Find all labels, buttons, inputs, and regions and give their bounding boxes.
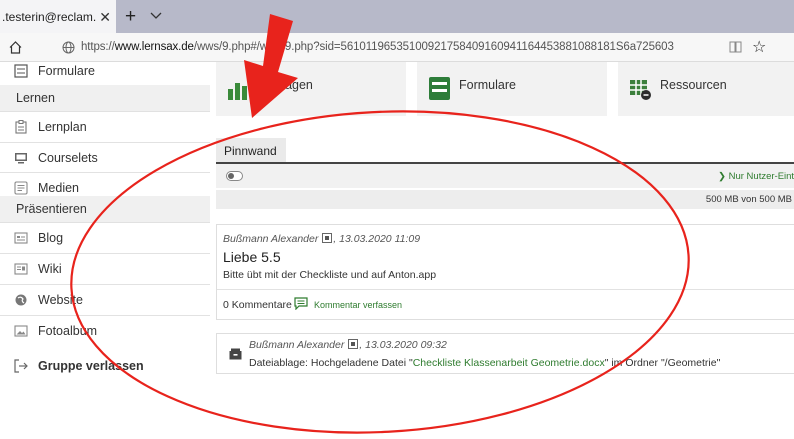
favorite-star-icon[interactable]: ☆ (752, 37, 766, 57)
close-tab-icon[interactable]: ✕ (99, 9, 111, 26)
user-badge-icon (348, 339, 359, 349)
sidebar-item-formulare[interactable]: Formulare (0, 56, 210, 86)
pinnwand-post: Bußmann Alexander , 13.03.2020 11:09 Lie… (216, 224, 794, 320)
sidebar-section-lernen: Lernen (0, 85, 210, 112)
file-upload-entry: Bußmann Alexander , 13.03.2020 09:32 Dat… (216, 333, 794, 374)
browser-tab-bar: .testerin@reclam.l ✕ + (0, 0, 794, 33)
post-title: Liebe 5.5 (223, 249, 281, 265)
pinnwand-toolbar: ❯ Nur Nutzer-Eint (216, 164, 794, 188)
url-field[interactable]: https://www.lernsax.de/wws/9.php#/wws/9.… (81, 41, 674, 53)
url-path: /wws/9.php#/wws/9.php?sid=56101196535100… (193, 41, 674, 53)
form-icon (429, 77, 450, 100)
post-meta: Bußmann Alexander , 13.03.2020 11:09 (223, 233, 420, 245)
url-host: www.lernsax.de (114, 41, 194, 53)
survey-chart-icon (228, 83, 247, 100)
sidebar-section-praesentieren: Präsentieren (0, 196, 210, 223)
sidebar: Formulare Lernen Lernplan Courselets Med… (0, 62, 210, 439)
sidebar-item-website[interactable]: Website (0, 285, 210, 315)
sidebar-item-lernplan[interactable]: Lernplan (0, 112, 210, 142)
new-tab-icon[interactable]: + (125, 6, 136, 28)
photo-album-icon (14, 325, 28, 337)
upload-date: , 13.03.2020 09:32 (359, 339, 447, 351)
exit-icon (14, 359, 28, 373)
monitor-icon (15, 153, 27, 164)
sidebar-item-wiki[interactable]: Wiki (0, 254, 210, 284)
tile-label: Formulare (459, 78, 516, 92)
reading-view-icon[interactable] (729, 40, 742, 54)
resources-icon (630, 80, 651, 100)
sidebar-item-courselets[interactable]: Courselets (0, 143, 210, 173)
sidebar-item-label: Lernplan (38, 120, 87, 134)
tile-label: Umfragen (258, 78, 313, 92)
upload-prefix: Dateiablage: Hochgeladene Datei " (249, 357, 413, 369)
post-divider (217, 289, 794, 290)
post-body: Bitte übt mit der Checkliste und auf Ant… (223, 269, 437, 281)
blog-icon (14, 232, 28, 244)
form-icon (14, 64, 28, 78)
comment-icon[interactable] (294, 297, 308, 310)
sidebar-item-label: Blog (38, 231, 64, 245)
write-comment-link[interactable]: Kommentar verfassen (314, 300, 402, 310)
sidebar-item-blog[interactable]: Blog (0, 223, 210, 253)
upload-suffix: " im Ordner "/Geometrie" (604, 357, 721, 369)
file-box-icon (229, 348, 242, 360)
url-prefix: https:// (81, 41, 115, 53)
sidebar-item-label: Website (38, 293, 83, 307)
wiki-icon (14, 263, 28, 275)
upload-author[interactable]: Bußmann Alexander (249, 339, 344, 351)
uploaded-file-link[interactable]: Checkliste Klassenarbeit Geometrie.docx (413, 357, 605, 369)
leave-group-button[interactable]: Gruppe verlassen (0, 350, 210, 382)
post-author[interactable]: Bußmann Alexander (223, 233, 318, 245)
user-entries-filter-link[interactable]: ❯ Nur Nutzer-Eint (718, 171, 794, 182)
media-icon (14, 181, 28, 195)
chevron-down-icon[interactable] (150, 10, 162, 22)
leave-group-label: Gruppe verlassen (38, 359, 144, 373)
tile-umfragen[interactable]: Umfragen (216, 62, 406, 116)
main-content: Umfragen Formulare Ressourcen Pinnwand ❯… (210, 62, 794, 439)
tab-pinnwand[interactable]: Pinnwand (216, 138, 286, 162)
website-icon (15, 294, 27, 306)
comment-count: 0 Kommentare (223, 299, 292, 311)
browser-tab-title: .testerin@reclam.l (2, 9, 97, 24)
storage-info-bar: 500 MB von 500 MB (216, 190, 794, 209)
browser-tab[interactable]: .testerin@reclam.l ✕ (0, 0, 116, 33)
planner-icon (15, 120, 27, 134)
view-toggle-switch[interactable] (226, 171, 243, 181)
sidebar-item-label: Fotoalbum (38, 324, 98, 338)
user-badge-icon (322, 233, 333, 243)
tile-ressourcen[interactable]: Ressourcen (618, 62, 794, 116)
home-icon[interactable] (8, 40, 23, 55)
upload-description: Dateiablage: Hochgeladene Datei "Checkli… (249, 357, 720, 369)
storage-usage: 500 MB von 500 MB (705, 194, 792, 205)
tile-label: Ressourcen (660, 78, 727, 92)
sidebar-item-fotoalbum[interactable]: Fotoalbum (0, 316, 210, 346)
sidebar-item-label: Courselets (38, 151, 98, 165)
post-date: , 13.03.2020 11:09 (333, 233, 421, 245)
globe-icon (62, 41, 75, 54)
tile-formulare[interactable]: Formulare (417, 62, 607, 116)
sidebar-item-label: Medien (38, 181, 79, 195)
sidebar-item-label: Wiki (38, 262, 62, 276)
upload-meta: Bußmann Alexander , 13.03.2020 09:32 (249, 339, 447, 351)
sidebar-item-label: Formulare (38, 64, 95, 78)
